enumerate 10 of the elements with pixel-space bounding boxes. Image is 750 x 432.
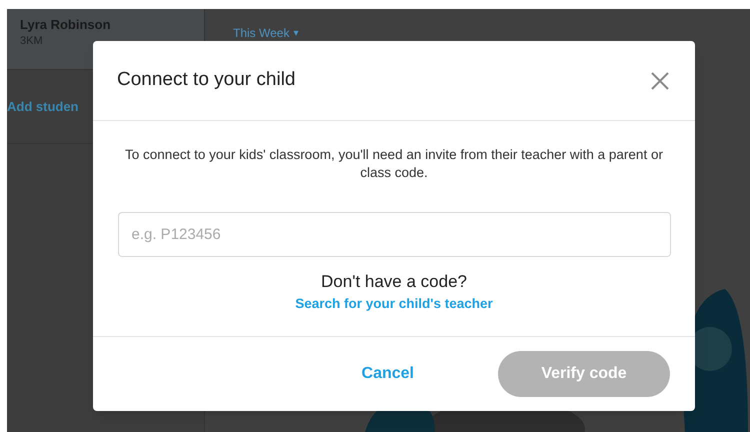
dialog-title: Connect to your child [117,68,296,92]
add-student-link[interactable]: Add studen [7,96,78,116]
dialog-description: To connect to your kids' classroom, you'll need an invite from their teacher with a parent or class code. [124,146,664,182]
search-teacher-link[interactable]: Search for your child's teacher [295,294,493,314]
close-icon[interactable] [651,72,669,90]
caret-icon: ▾ [293,27,298,40]
period-menu[interactable]: This Week [233,27,290,40]
code-input-field[interactable]: e.g. P123456 [118,212,670,257]
cancel-button[interactable]: Cancel [350,351,426,397]
no-code-prompt: Don't have a code? [321,271,467,293]
